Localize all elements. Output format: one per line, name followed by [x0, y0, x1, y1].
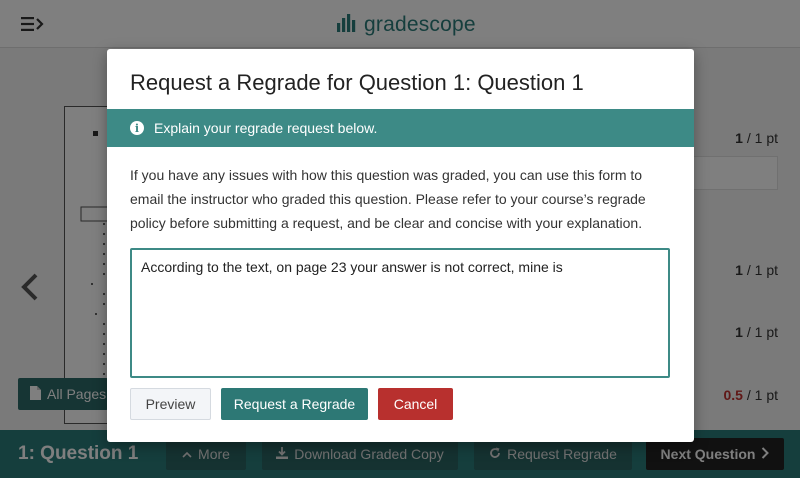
regrade-explanation-input[interactable]: According to the text, on page 23 your a…	[130, 248, 670, 378]
info-banner: i Explain your regrade request below.	[107, 109, 694, 147]
info-circle-icon: i	[130, 121, 144, 135]
regrade-instructions: If you have any issues with how this que…	[130, 167, 646, 231]
submit-regrade-button[interactable]: Request a Regrade	[221, 388, 368, 420]
modal-title: Request a Regrade for Question 1: Questi…	[130, 70, 584, 95]
preview-button[interactable]: Preview	[130, 388, 211, 420]
regrade-request-modal: Request a Regrade for Question 1: Questi…	[107, 49, 694, 442]
info-banner-text: Explain your regrade request below.	[154, 120, 378, 136]
cancel-button[interactable]: Cancel	[378, 388, 453, 420]
